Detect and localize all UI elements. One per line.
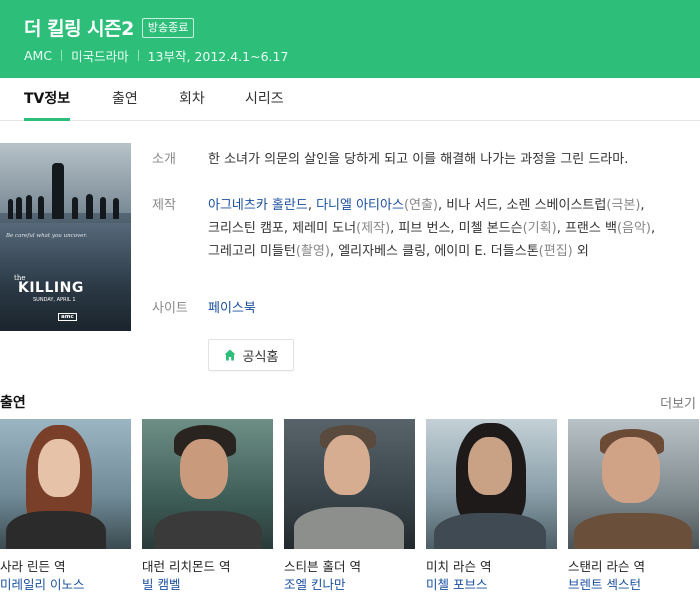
photo-face	[468, 437, 512, 495]
actor-photo[interactable]	[0, 419, 131, 549]
production-row: 제작 아그네츠카 홀란드, 다니엘 아티아스(연출), 비나 서드, 소렌 스베…	[152, 194, 692, 263]
cast-role: 사라 린든 역	[0, 559, 66, 574]
credit-role: (극본)	[606, 198, 641, 213]
tab-series[interactable]: 시리즈	[245, 78, 284, 121]
official-home-button[interactable]: 공식홈	[208, 339, 294, 371]
credit-role: (편집)	[538, 244, 573, 259]
cast-card: 스티븐 홀더 역 조엘 킨나만	[284, 419, 415, 594]
credit-role: (연출)	[403, 198, 439, 213]
cast-actor-link[interactable]: 미레일리 이노스	[0, 576, 131, 594]
meta-divider	[137, 50, 139, 61]
cast-role: 스티븐 홀더 역	[284, 559, 361, 574]
site-value: 페이스북	[208, 297, 692, 320]
cast-card: 미치 라슨 역 미첼 포브스	[426, 419, 557, 594]
cast-card: 대런 리치몬드 역 빌 캠벨	[142, 419, 273, 594]
credit-separator: ,	[307, 198, 317, 213]
photo-clothing	[434, 513, 546, 549]
cast-actor-link[interactable]: 미첼 포브스	[426, 576, 557, 594]
credit-role: (촬영)	[295, 244, 330, 259]
production-label: 제작	[152, 198, 176, 213]
photo-face	[602, 437, 660, 503]
tab-tv-info[interactable]: TV정보	[24, 78, 71, 121]
credit-names: , 엘리자베스 클링, 에이미 E. 더들스톤	[329, 244, 539, 259]
poster-figure	[113, 198, 119, 219]
poster-figure	[8, 199, 13, 219]
photo-clothing	[574, 513, 692, 549]
cast-section-title: 출연	[0, 395, 26, 411]
status-badge: 방송종료	[141, 17, 195, 38]
poster-date: SUNDAY, APRIL 1	[33, 297, 76, 303]
official-home-label: 공식홈	[242, 349, 279, 365]
poster-figure	[52, 163, 64, 219]
program-header: 더 킬링 시즌2 방송종료 AMC 미국드라마 13부작, 2012.4.1~6…	[0, 0, 700, 78]
cast-card: 스탠리 라슨 역 브렌트 섹스턴	[568, 419, 699, 594]
actor-photo[interactable]	[426, 419, 557, 549]
poster-figure	[86, 194, 93, 219]
channel-name: AMC	[24, 48, 53, 63]
meta-divider	[61, 50, 63, 61]
site-label: 사이트	[152, 301, 188, 316]
poster-logo-name: KILLING	[18, 280, 84, 296]
episodes-period: 13부작, 2012.4.1~6.17	[147, 49, 289, 64]
production-credits: 아그네츠카 홀란드, 다니엘 아티아스(연출), 비나 서드, 소렌 스베이스트…	[208, 194, 692, 263]
program-title[interactable]: 더 킬링 시즌2	[24, 14, 134, 41]
credit-names: 외	[572, 244, 589, 259]
credit-role: (기획)	[522, 221, 557, 236]
photo-clothing	[154, 511, 262, 549]
director-link[interactable]: 다니엘 아티아스	[316, 198, 404, 213]
cast-role: 미치 라슨 역	[426, 559, 492, 574]
credit-role: (음악)	[616, 221, 652, 236]
facebook-link[interactable]: 페이스북	[208, 301, 256, 316]
tab-episodes[interactable]: 회차	[179, 78, 205, 121]
credit-names: , 비나 서드, 소렌 스베이스트럽	[438, 198, 607, 213]
poster-tagline: Be careful what you uncover.	[6, 233, 88, 239]
cast-card: 사라 린든 역 미레일리 이노스	[0, 419, 131, 594]
genre: 미국드라마	[71, 49, 129, 64]
home-icon	[224, 349, 236, 361]
program-poster[interactable]: Be careful what you uncover. the KILLING…	[0, 143, 131, 331]
credit-names: , 프랜스 백	[556, 221, 617, 236]
tab-cast[interactable]: 출연	[112, 78, 138, 121]
poster-figure	[16, 197, 22, 219]
photo-face	[180, 439, 228, 499]
more-cast-link[interactable]: 더보기	[660, 393, 696, 412]
cast-actor-link[interactable]: 브렌트 섹스턴	[568, 576, 699, 594]
director-link[interactable]: 아그네츠카 홀란드	[208, 198, 308, 213]
site-row: 사이트 페이스북	[152, 297, 692, 320]
poster-network-logo: amc	[58, 313, 77, 321]
photo-face	[38, 439, 80, 497]
actor-photo[interactable]	[142, 419, 273, 549]
photo-clothing	[6, 511, 106, 549]
credit-role: (제작)	[356, 221, 391, 236]
cast-role: 스탠리 라슨 역	[568, 559, 645, 574]
cast-role: 대런 리치몬드 역	[142, 559, 231, 574]
poster-figure	[100, 197, 106, 219]
actor-photo[interactable]	[568, 419, 699, 549]
intro-text: 한 소녀가 의문의 살인을 당하게 되고 이를 해결해 나가는 과정을 그린 드…	[208, 152, 629, 167]
poster-figure	[38, 196, 44, 219]
title-row: 더 킬링 시즌2 방송종료	[24, 14, 195, 41]
photo-clothing	[294, 507, 404, 549]
intro-row: 소개 한 소녀가 의문의 살인을 당하게 되고 이를 해결해 나가는 과정을 그…	[152, 148, 692, 171]
poster-figure	[26, 195, 32, 219]
intro-label: 소개	[152, 152, 176, 167]
photo-face	[324, 435, 370, 495]
poster-figure	[72, 197, 78, 219]
actor-photo[interactable]	[284, 419, 415, 549]
credit-names: , 피브 번스, 미첼 본드슨	[390, 221, 523, 236]
cast-actor-link[interactable]: 조엘 킨나만	[284, 576, 415, 594]
tab-bar: TV정보 출연 회차 시리즈	[0, 78, 700, 121]
program-meta: AMC 미국드라마 13부작, 2012.4.1~6.17	[24, 46, 288, 65]
cast-actor-link[interactable]: 빌 캠벨	[142, 576, 273, 594]
